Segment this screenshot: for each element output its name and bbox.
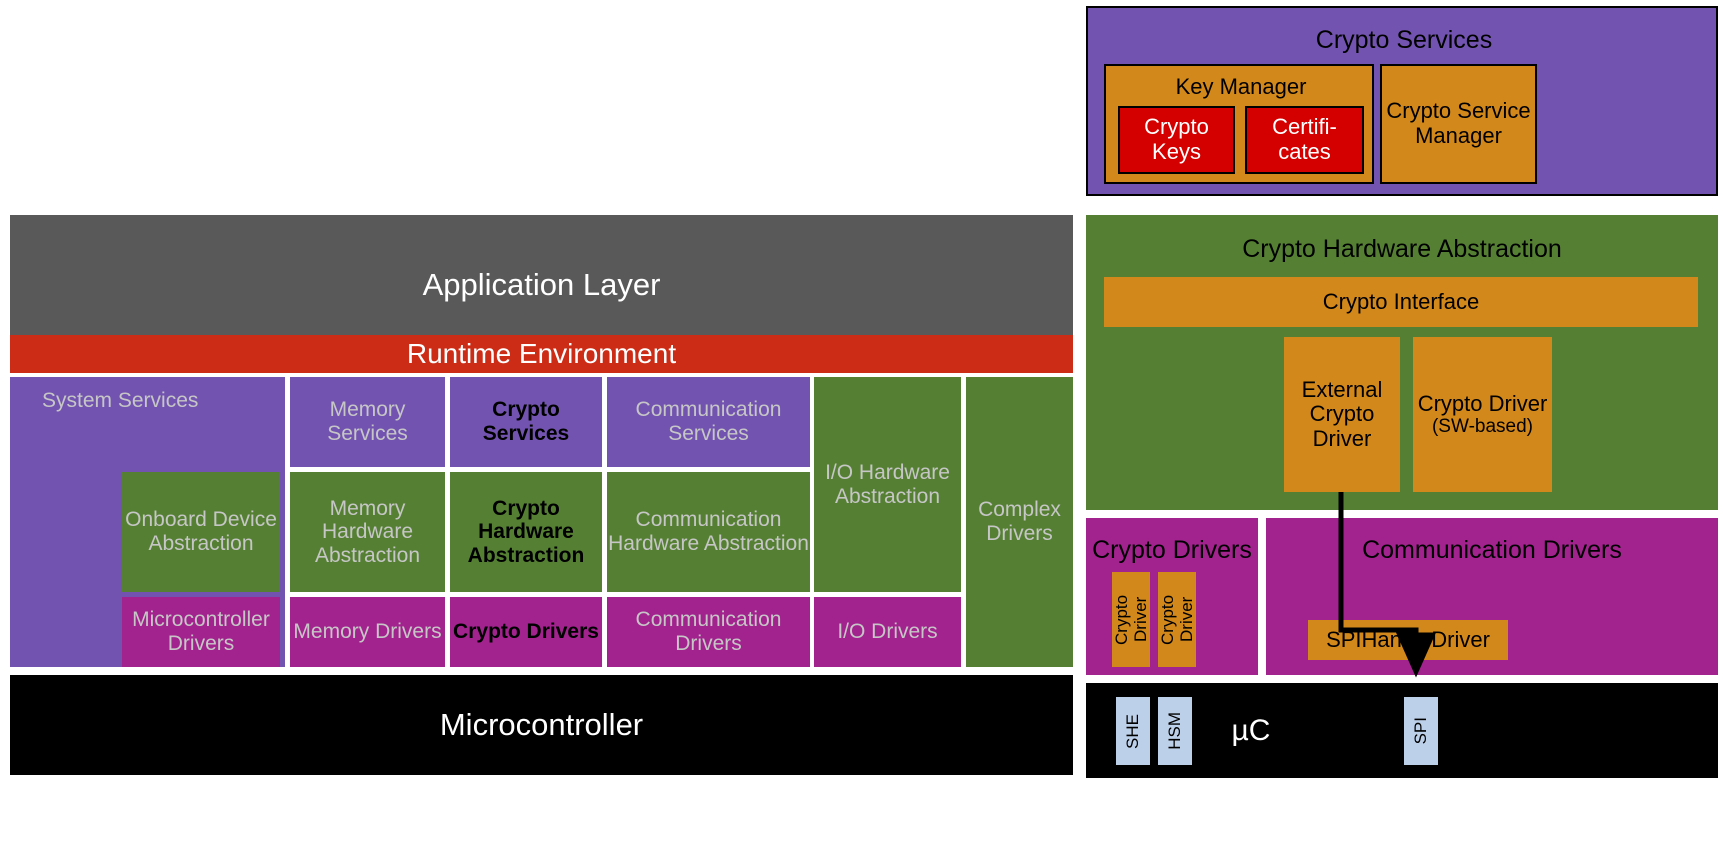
external-crypto-driver-box[interactable]: External Crypto Driver [1284, 337, 1400, 492]
crypto-driver-chip-1[interactable]: Crypto Driver [1112, 572, 1150, 667]
application-layer: Application Layer [10, 215, 1073, 355]
communication-drivers-block[interactable]: Communication Drivers [607, 597, 810, 667]
crypto-hardware-abstraction-panel: Crypto Hardware Abstraction Crypto Inter… [1086, 215, 1718, 510]
communication-services-block[interactable]: Communication Services [607, 377, 810, 467]
io-hardware-abstraction-label: I/O Hardware Abstraction [825, 460, 950, 508]
application-layer-label: Application Layer [422, 266, 661, 302]
memory-hardware-abstraction-label: Memory Hardware Abstraction [314, 496, 421, 567]
communication-services-label: Communication Services [635, 398, 782, 445]
key-manager-box[interactable]: Key Manager Crypto Keys Certifi-cates [1104, 64, 1374, 184]
microcontroller-drivers-label: Microcontroller Drivers [132, 608, 270, 655]
spi-handle-driver-box[interactable]: SPIHandleDriver [1308, 620, 1508, 660]
io-hardware-abstraction-block[interactable]: I/O Hardware Abstraction [814, 377, 961, 592]
crypto-hardware-abstraction-panel-title: Crypto Hardware Abstraction [1242, 235, 1562, 263]
key-manager-title: Key Manager [1175, 73, 1307, 99]
io-drivers-label: I/O Drivers [837, 620, 938, 644]
hsm-block[interactable]: HSM [1158, 697, 1192, 765]
system-services-label: System Services [42, 389, 199, 412]
spi-block[interactable]: SPI [1404, 697, 1438, 765]
crypto-services-panel-title: Crypto Services [1315, 26, 1493, 54]
runtime-environment: Runtime Environment [10, 335, 1073, 373]
crypto-services-panel: Crypto Services Key Manager Crypto Keys … [1086, 6, 1718, 196]
uc-label: µC [1231, 714, 1271, 748]
crypto-services-label: Crypto Services [482, 398, 570, 445]
crypto-driver-chip-2[interactable]: Crypto Driver [1158, 572, 1196, 667]
microcontroller-bar: Microcontroller [10, 675, 1073, 775]
memory-services-label: Memory Services [327, 398, 408, 445]
crypto-interface-box[interactable]: Crypto Interface [1104, 277, 1698, 327]
crypto-services-block[interactable]: Crypto Services [450, 377, 602, 467]
crypto-driver-sw-note: (SW-based) [1431, 416, 1533, 438]
complex-drivers-label: Complex Drivers [978, 498, 1061, 545]
uc-panel: SHE HSM µC SPI [1086, 683, 1718, 778]
crypto-service-manager-box[interactable]: Crypto Service Manager [1380, 64, 1537, 184]
crypto-driver-sw-box[interactable]: Crypto Driver (SW-based) [1413, 337, 1552, 492]
io-drivers-block[interactable]: I/O Drivers [814, 597, 961, 667]
she-block[interactable]: SHE [1116, 697, 1150, 765]
onboard-device-abstraction-block[interactable]: Onboard Device Abstraction [122, 472, 280, 592]
microcontroller-label: Microcontroller [439, 706, 644, 742]
complex-drivers-block[interactable]: Complex Drivers [966, 377, 1073, 667]
onboard-device-abstraction-label: Onboard Device Abstraction [125, 508, 277, 555]
crypto-hardware-abstraction-label: Crypto Hardware Abstraction [467, 496, 585, 567]
memory-hardware-abstraction-block[interactable]: Memory Hardware Abstraction [290, 472, 445, 592]
memory-services-block[interactable]: Memory Services [290, 377, 445, 467]
memory-drivers-block[interactable]: Memory Drivers [290, 597, 445, 667]
crypto-drivers-panel-title: Crypto Drivers [1092, 536, 1252, 564]
memory-drivers-label: Memory Drivers [293, 620, 442, 644]
communication-hardware-abstraction-label: Communication Hardware Abstraction [608, 508, 809, 555]
crypto-hardware-abstraction-block[interactable]: Crypto Hardware Abstraction [450, 472, 602, 592]
communication-drivers-panel-title: Communication Drivers [1362, 536, 1622, 564]
communication-drivers-label: Communication Drivers [635, 608, 782, 655]
microcontroller-drivers-block[interactable]: Microcontroller Drivers [122, 597, 280, 667]
communication-drivers-panel: Communication Drivers SPIHandleDriver [1266, 518, 1718, 675]
communication-hardware-abstraction-block[interactable]: Communication Hardware Abstraction [607, 472, 810, 592]
runtime-environment-label: Runtime Environment [406, 338, 677, 370]
crypto-drivers-block[interactable]: Crypto Drivers [450, 597, 602, 667]
certificates-box[interactable]: Certifi-cates [1245, 106, 1364, 174]
crypto-drivers-label: Crypto Drivers [453, 620, 599, 644]
crypto-keys-box[interactable]: Crypto Keys [1118, 106, 1235, 174]
crypto-drivers-panel: Crypto Drivers Crypto Driver Crypto Driv… [1086, 518, 1258, 675]
